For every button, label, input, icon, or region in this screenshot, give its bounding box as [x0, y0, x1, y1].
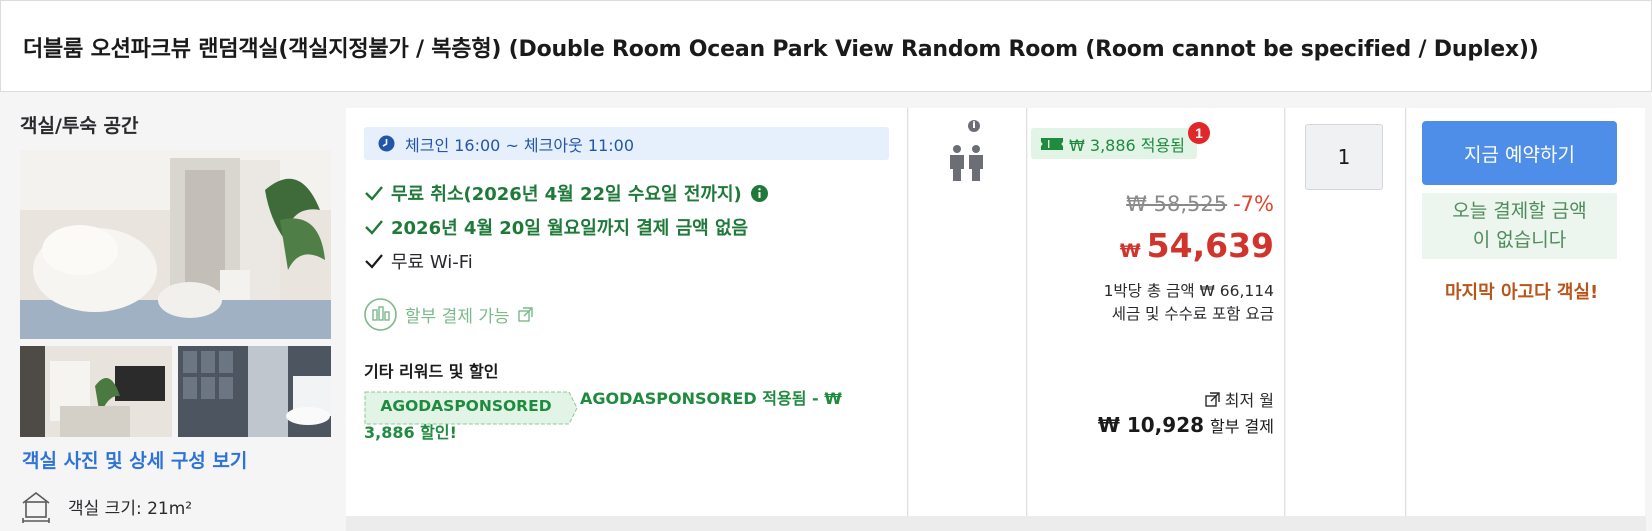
check-icon — [365, 220, 383, 235]
currency-symbol: ₩ — [1119, 240, 1141, 262]
clock-icon — [378, 135, 395, 152]
pay-today-note: 오늘 결제할 금액 이 없습니다 — [1422, 193, 1617, 259]
monthly-installment: ₩ 10,928 할부 결제 — [1098, 413, 1274, 437]
room-title-bar: 더블룸 오션파크뷰 랜덤객실(객실지정불가 / 복층형) (Double Roo… — [0, 0, 1652, 92]
no-payment-feature: 2026년 4월 20일 월요일까지 결제 금액 없음 — [364, 214, 748, 240]
tax-note: 세금 및 수수료 포함 요금 — [1111, 305, 1274, 323]
discount-percent: -7% — [1233, 192, 1274, 216]
check-icon — [365, 254, 383, 269]
installment-feature[interactable]: 할부 결제 가능 — [364, 298, 533, 331]
wifi-feature: 무료 Wi-Fi — [364, 248, 473, 274]
pay-note-line1: 오늘 결제할 금액 — [1452, 200, 1587, 222]
promo-discount-text: 3,886 할인! — [364, 423, 457, 442]
ticket-icon — [1041, 137, 1063, 150]
monthly-label: 할부 결제 — [1210, 417, 1274, 436]
price-panel: ₩ 3,886 적용됨 1 ₩ 58,525 -7% ₩54,639 1박당 총 … — [1028, 108, 1285, 516]
free-cancel-text: 무료 취소(2026년 4월 22일 수요일 전까지) — [391, 184, 742, 205]
savings-applied: ₩ 3,886 적용됨 — [1031, 128, 1197, 159]
wifi-text: 무료 Wi-Fi — [391, 252, 473, 273]
no-payment-text: 2026년 4월 20일 월요일까지 결제 금액 없음 — [391, 218, 749, 239]
original-price: ₩ 58,525 -7% — [1126, 192, 1274, 216]
room-size: 객실 크기: 21m² — [20, 489, 192, 523]
promo-applied-text: AGODASPONSORED 적용됨 - ₩ — [580, 389, 842, 408]
per-night-total: 1박당 총 금액 ₩ 66,114 — [1103, 282, 1274, 300]
original-price-amount: ₩ 58,525 — [1126, 192, 1228, 216]
section-title: 객실/투숙 공간 — [20, 115, 139, 137]
checkin-info: 체크인 16:00 ~ 체크아웃 11:00 — [364, 127, 889, 160]
check-icon — [365, 186, 383, 201]
room-size-icon — [22, 491, 50, 523]
conditions-panel: 체크인 16:00 ~ 체크아웃 11:00 무료 취소(2026년 4월 22… — [346, 108, 908, 516]
info-icon[interactable] — [750, 184, 769, 203]
occupancy-panel — [909, 108, 1027, 516]
lowest-monthly[interactable]: 최저 월 — [1205, 387, 1274, 411]
quantity-panel: 1 — [1286, 108, 1406, 516]
savings-text: ₩ 3,886 적용됨 — [1069, 135, 1185, 155]
horizontal-scrollbar[interactable] — [346, 516, 1646, 531]
installment-icon — [364, 298, 397, 331]
last-room-alert: 마지막 아고다 객실! — [1445, 282, 1599, 303]
monthly-amount: ₩ 10,928 — [1097, 413, 1205, 437]
book-now-button[interactable]: 지금 예약하기 — [1422, 121, 1617, 185]
room-photo-main[interactable] — [20, 150, 331, 339]
booking-panel: 지금 예약하기 오늘 결제할 금액 이 없습니다 마지막 아고다 객실! — [1407, 108, 1645, 516]
installment-text: 할부 결제 가능 — [405, 307, 510, 327]
room-size-label: 객실 크기: 21m² — [68, 498, 193, 519]
price-amount: 54,639 — [1146, 226, 1274, 265]
external-link-icon — [517, 307, 533, 322]
checkin-text: 체크인 16:00 ~ 체크아웃 11:00 — [405, 135, 635, 155]
lowest-monthly-label: 최저 월 — [1224, 391, 1274, 410]
room-photo-thumb-1[interactable] — [20, 346, 172, 437]
external-link-icon — [1205, 391, 1220, 407]
free-cancel-feature: 무료 취소(2026년 4월 22일 수요일 전까지) — [364, 180, 769, 206]
notification-badge: 1 — [1188, 122, 1210, 144]
room-title: 더블룸 오션파크뷰 랜덤객실(객실지정불가 / 복층형) (Double Roo… — [23, 37, 1539, 62]
room-quantity-select[interactable]: 1 — [1305, 124, 1383, 190]
room-photos-link[interactable]: 객실 사진 및 상세 구성 보기 — [22, 446, 247, 473]
current-price: ₩54,639 — [1120, 226, 1274, 265]
pay-note-line2: 이 없습니다 — [1472, 229, 1567, 251]
two-guests-icon[interactable] — [945, 119, 991, 181]
room-photo-thumb-2[interactable] — [178, 346, 331, 437]
room-info-column: 객실/투숙 공간 객실 사진 및 상세 구성 보기 객실 크기: 21m² — [0, 93, 345, 531]
rewards-title: 기타 리워드 및 할인 — [364, 362, 499, 381]
promo-code-label: AGODASPONSORED — [380, 397, 552, 415]
